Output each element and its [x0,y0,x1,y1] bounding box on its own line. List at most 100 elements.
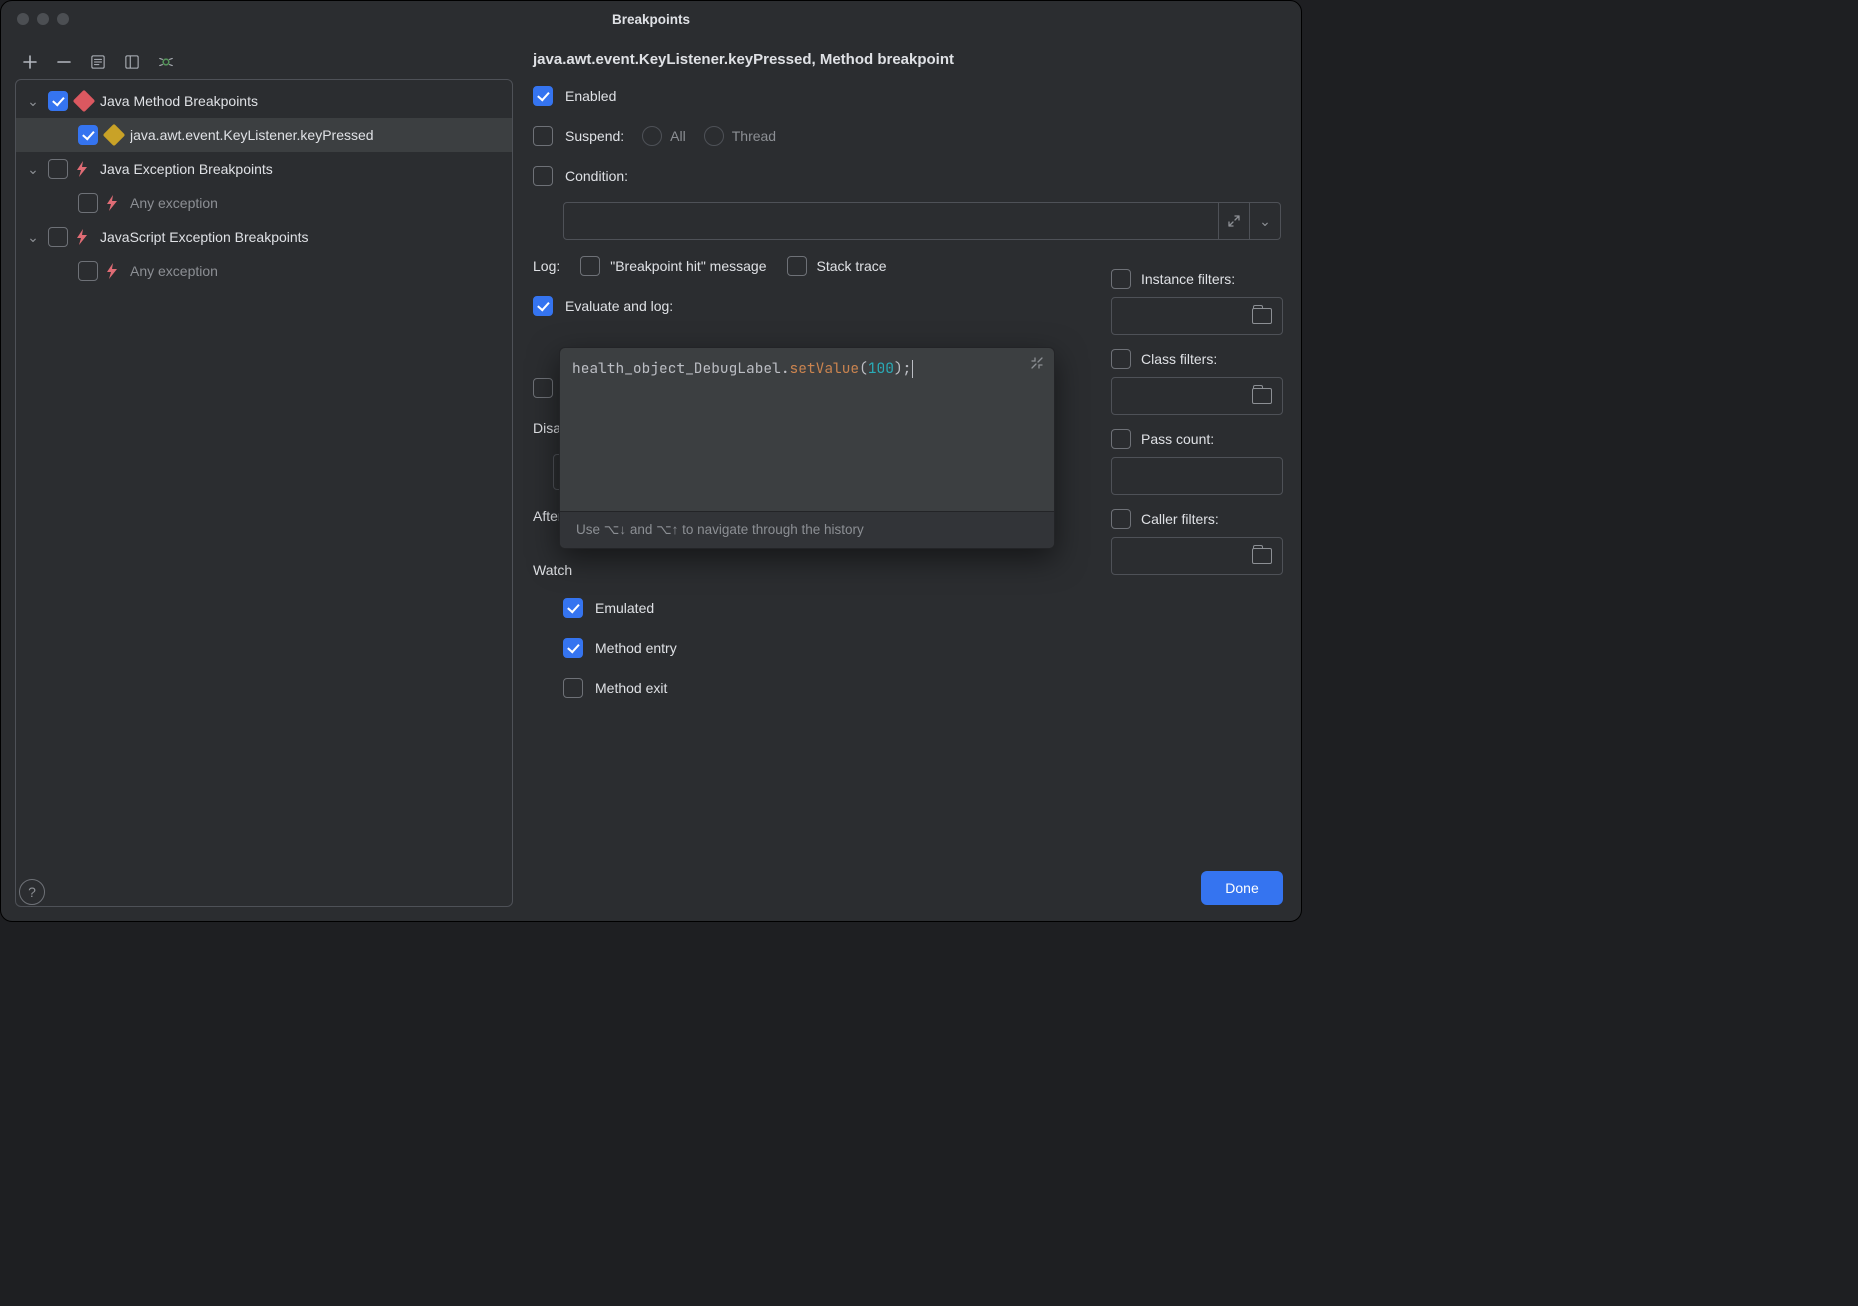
condition-field: Condition: [533,162,1287,190]
zoom-window-button[interactable] [57,13,69,25]
emulated-field: Emulated [533,594,1287,622]
code-method: setValue [790,359,860,378]
breakpoints-dialog: Breakpoints [0,0,1302,922]
tree-item[interactable]: Any exception [16,186,512,220]
method-entry-field: Method entry [533,634,1287,662]
code-number: 100 [868,359,894,378]
filters-column: Instance filters: Class filters: [1111,269,1287,575]
browse-icon[interactable] [1252,308,1272,324]
group-by-package-button[interactable] [123,53,141,71]
collapse-editor-icon[interactable] [1030,356,1044,370]
item-label: Any exception [130,195,218,211]
chevron-down-icon[interactable]: ⌄ [26,229,40,246]
chevron-down-icon[interactable]: ⌄ [26,161,40,178]
chevron-down-icon[interactable]: ⌄ [26,93,40,110]
condition-history-dropdown[interactable]: ⌄ [1249,203,1280,239]
method-entry-checkbox[interactable] [563,638,583,658]
exception-breakpoint-icon [76,161,92,177]
log-stack-checkbox[interactable] [787,256,807,276]
method-breakpoint-verified-icon [103,124,126,147]
tree-item[interactable]: Any exception [16,254,512,288]
enabled-label: Enabled [565,88,616,104]
exception-breakpoint-icon [76,229,92,245]
code-paren-close: ) [894,359,903,378]
tree-group[interactable]: ⌄ Java Method Breakpoints [16,84,512,118]
log-label: Log: [533,258,560,274]
panel-title: java.awt.event.KeyListener.keyPressed, M… [533,51,1287,68]
method-breakpoint-icon [73,90,96,113]
tree-group[interactable]: ⌄ Java Exception Breakpoints [16,152,512,186]
group-checkbox[interactable] [48,227,68,247]
remove-breakpoint-button[interactable] [55,53,73,71]
browse-icon[interactable] [1252,548,1272,564]
log-stack-label: Stack trace [817,258,887,274]
minimize-window-button[interactable] [37,13,49,25]
log-hit-label: "Breakpoint hit" message [610,258,766,274]
caller-filters-input[interactable] [1111,537,1283,575]
item-checkbox[interactable] [78,193,98,213]
emulated-checkbox[interactable] [563,598,583,618]
class-filters-label: Class filters: [1141,351,1217,367]
enabled-checkbox[interactable] [533,86,553,106]
pass-count-label: Pass count: [1141,431,1214,447]
pass-count-checkbox[interactable] [1111,429,1131,449]
enabled-field: Enabled [533,82,1287,110]
instance-filters-label: Instance filters: [1141,271,1235,287]
done-button[interactable]: Done [1201,871,1283,905]
emulated-label: Emulated [595,600,654,616]
instance-filters-input[interactable] [1111,297,1283,335]
editor-cursor [912,360,913,378]
add-breakpoint-button[interactable] [21,53,39,71]
log-hit-checkbox[interactable] [580,256,600,276]
code-paren-open: ( [859,359,868,378]
breakpoint-toolbar [15,49,513,79]
suspend-all-label: All [670,128,686,144]
exception-breakpoint-icon [106,263,122,279]
code-semicolon: ; [903,359,912,378]
suspend-field: Suspend: All Thread [533,122,1287,150]
editor-hint: Use ⌥↓ and ⌥↑ to navigate through the hi… [560,511,1054,548]
condition-checkbox[interactable] [533,166,553,186]
condition-label: Condition: [565,168,628,184]
evaluate-log-label: Evaluate and log: [565,298,673,314]
breakpoint-list-panel: ⌄ Java Method Breakpoints java.awt.event… [15,49,513,907]
pass-count-input[interactable] [1111,457,1283,495]
method-exit-checkbox[interactable] [563,678,583,698]
class-filters-checkbox[interactable] [1111,349,1131,369]
evaluate-log-checkbox[interactable] [533,296,553,316]
suspend-checkbox[interactable] [533,126,553,146]
group-label: Java Method Breakpoints [100,93,258,109]
group-by-file-button[interactable] [89,53,107,71]
disable-until-label: Disa [533,420,561,436]
view-breakpoints-button[interactable] [157,53,175,71]
item-checkbox[interactable] [78,125,98,145]
expand-condition-icon[interactable] [1218,203,1249,239]
remove-once-hit-checkbox[interactable] [533,378,553,398]
tree-group[interactable]: ⌄ JavaScript Exception Breakpoints [16,220,512,254]
browse-icon[interactable] [1252,388,1272,404]
item-checkbox[interactable] [78,261,98,281]
titlebar: Breakpoints [1,1,1301,37]
group-checkbox[interactable] [48,159,68,179]
class-filters-input[interactable] [1111,377,1283,415]
suspend-thread-radio[interactable] [704,126,724,146]
caller-filters-label: Caller filters: [1141,511,1219,527]
instance-filters-checkbox[interactable] [1111,269,1131,289]
code-dot: . [781,359,790,378]
breakpoint-tree: ⌄ Java Method Breakpoints java.awt.event… [15,79,513,907]
window-title: Breakpoints [612,12,690,27]
method-exit-field: Method exit [533,674,1287,702]
caller-filters-checkbox[interactable] [1111,509,1131,529]
item-label: Any exception [130,263,218,279]
tree-item[interactable]: java.awt.event.KeyListener.keyPressed [16,118,512,152]
suspend-all-radio[interactable] [642,126,662,146]
condition-input[interactable]: ⌄ [563,202,1281,240]
help-button[interactable]: ? [19,879,45,905]
method-exit-label: Method exit [595,680,667,696]
evaluate-expression-editor[interactable]: health_object_DebugLabel.setValue(100); … [559,347,1055,549]
close-window-button[interactable] [17,13,29,25]
group-label: JavaScript Exception Breakpoints [100,229,309,245]
suspend-thread-label: Thread [732,128,776,144]
window-controls [17,13,69,25]
group-checkbox[interactable] [48,91,68,111]
